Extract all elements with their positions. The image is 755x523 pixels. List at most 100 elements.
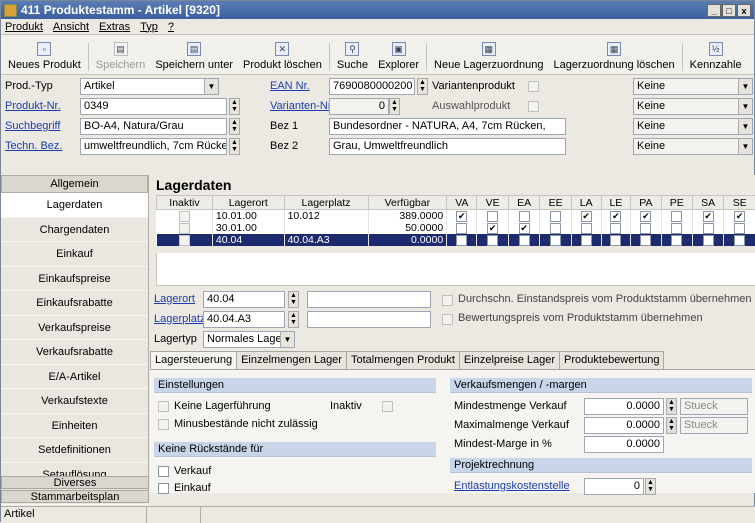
unchecked-checkbox[interactable]: [550, 223, 561, 234]
checked-checkbox[interactable]: ✔: [734, 211, 745, 222]
sidebar-group-diverses[interactable]: Diverses: [1, 476, 149, 489]
toolbar-button-8[interactable]: ½Kennzahle: [685, 42, 747, 71]
checked-checkbox[interactable]: ✔: [640, 211, 651, 222]
toolbar-button-4[interactable]: ⚲Suche: [332, 42, 373, 71]
unchecked-checkbox[interactable]: [487, 211, 498, 222]
keine-select-4[interactable]: Keine▼: [633, 138, 753, 155]
bez1-field[interactable]: Bundesordner - NATURA, A4, 7cm Rücken,: [329, 118, 566, 135]
column-header[interactable]: Verfügbar: [368, 196, 447, 210]
produktnr-field[interactable]: 0349: [80, 98, 227, 115]
mindestmarge-field[interactable]: 0.0000: [584, 436, 664, 453]
toolbar-button-0[interactable]: ▫Neues Produkt: [3, 42, 86, 71]
mindestmenge-spinner[interactable]: ▲▼: [666, 398, 677, 415]
unchecked-checkbox[interactable]: [581, 235, 592, 246]
ean-link[interactable]: EAN Nr.: [270, 80, 310, 92]
toolbar-button-3[interactable]: ✕Produkt löschen: [238, 42, 327, 71]
column-header[interactable]: SA: [692, 196, 723, 210]
table-row[interactable]: 30.01.0050.0000✔✔: [157, 222, 755, 234]
maximalmenge-unit[interactable]: Stueck: [680, 417, 748, 434]
column-header[interactable]: Lagerort: [212, 196, 284, 210]
checked-checkbox[interactable]: ✔: [550, 235, 561, 246]
column-header[interactable]: SE: [724, 196, 755, 210]
varianten-field[interactable]: 0: [329, 98, 389, 115]
checked-checkbox[interactable]: ✔: [581, 211, 592, 222]
suchbegriff-spinner[interactable]: ▲▼: [229, 118, 240, 135]
checked-checkbox[interactable]: ✔: [610, 211, 621, 222]
sidebar-item-7[interactable]: E/A-Artikel: [1, 365, 148, 390]
chevron-down-icon[interactable]: ▼: [738, 139, 752, 154]
maximize-button[interactable]: □: [722, 4, 736, 17]
unchecked-checkbox[interactable]: [734, 223, 745, 234]
column-header[interactable]: VE: [477, 196, 508, 210]
minus-checkbox[interactable]: [158, 419, 169, 430]
tab-1[interactable]: Einzelmengen Lager: [236, 351, 347, 369]
sidebar-item-9[interactable]: Einheiten: [1, 414, 148, 439]
sidebar-group-stammarbeitsplan[interactable]: Stammarbeitsplan: [1, 490, 149, 503]
toolbar-button-2[interactable]: ▤Speichern unter: [150, 42, 238, 71]
close-button[interactable]: x: [737, 4, 751, 17]
inaktiv-cell-checkbox[interactable]: [179, 235, 190, 246]
column-header[interactable]: Lagerplatz: [284, 196, 368, 210]
durchschn-checkbox[interactable]: [442, 295, 453, 306]
checked-checkbox[interactable]: ✔: [703, 211, 714, 222]
mindestmenge-field[interactable]: 0.0000: [584, 398, 664, 415]
column-header[interactable]: LA: [571, 196, 601, 210]
sidebar-item-6[interactable]: Verkaufsrabatte: [1, 340, 148, 365]
entlastung-field[interactable]: 0: [584, 478, 644, 495]
ean-spinner[interactable]: ▲▼: [417, 78, 428, 95]
sidebar-group-allgemein[interactable]: Allgemein: [1, 175, 148, 193]
lagerplatz-spinner[interactable]: ▲▼: [288, 311, 299, 328]
verkauf-checkbox[interactable]: [158, 466, 169, 477]
chevron-down-icon[interactable]: ▼: [738, 119, 752, 134]
chevron-down-icon[interactable]: ▼: [738, 79, 752, 94]
unchecked-checkbox[interactable]: [581, 223, 592, 234]
lagerplatz-field[interactable]: 40.04.A3: [203, 311, 285, 328]
prodtyp-select[interactable]: Artikel▼: [80, 78, 219, 95]
unchecked-checkbox[interactable]: [734, 235, 745, 246]
lagerort-link[interactable]: Lagerort: [154, 293, 195, 305]
unchecked-checkbox[interactable]: [703, 223, 714, 234]
column-header[interactable]: VA: [447, 196, 477, 210]
column-header[interactable]: PA: [631, 196, 661, 210]
checked-checkbox[interactable]: ✔: [519, 223, 530, 234]
sidebar-item-4[interactable]: Einkaufsrabatte: [1, 291, 148, 316]
toolbar-button-1[interactable]: ▤Speichern: [91, 42, 151, 71]
entlastung-link[interactable]: Entlastungskostenstelle: [454, 480, 570, 492]
ean-field[interactable]: 7690080000200: [329, 78, 415, 95]
checked-checkbox[interactable]: ✔: [456, 211, 467, 222]
unchecked-checkbox[interactable]: [640, 223, 651, 234]
checked-checkbox[interactable]: ✔: [487, 223, 498, 234]
menu-item-3[interactable]: Typ: [140, 21, 158, 33]
menu-item-2[interactable]: Extras: [99, 21, 130, 33]
table-row[interactable]: 10.01.0010.012389.0000✔✔✔✔✔✔: [157, 210, 755, 223]
keine-select-3[interactable]: Keine▼: [633, 118, 753, 135]
column-header[interactable]: EA: [508, 196, 539, 210]
unchecked-checkbox[interactable]: [703, 235, 714, 246]
inaktiv-cell-checkbox[interactable]: [179, 223, 190, 234]
column-header[interactable]: LE: [601, 196, 631, 210]
keine-lagerfuehrung-checkbox[interactable]: [158, 401, 169, 412]
menu-item-0[interactable]: Produkt: [5, 21, 43, 33]
suchbegriff-field[interactable]: BO-A4, Natura/Grau: [80, 118, 227, 135]
checked-checkbox[interactable]: ✔: [671, 235, 682, 246]
column-header[interactable]: EE: [540, 196, 571, 210]
techn-spinner[interactable]: ▲▼: [229, 138, 240, 155]
varianten-link[interactable]: Varianten-Nr.: [270, 100, 334, 112]
unchecked-checkbox[interactable]: [610, 235, 621, 246]
produktnr-spinner[interactable]: ▲▼: [229, 98, 240, 115]
lagerort-spinner[interactable]: ▲▼: [288, 291, 299, 308]
unchecked-checkbox[interactable]: [456, 235, 467, 246]
sidebar-item-8[interactable]: Verkaufstexte: [1, 389, 148, 414]
auswahlprodukt-checkbox[interactable]: [528, 101, 539, 112]
maximalmenge-field[interactable]: 0.0000: [584, 417, 664, 434]
toolbar-button-6[interactable]: ▦Neue Lagerzuordnung: [429, 42, 548, 71]
variantenprodukt-checkbox[interactable]: [528, 81, 539, 92]
inaktiv-checkbox[interactable]: [382, 401, 393, 412]
bewertung-checkbox[interactable]: [442, 314, 453, 325]
tab-4[interactable]: Produktebewertung: [559, 351, 664, 369]
menu-item-1[interactable]: Ansicht: [53, 21, 89, 33]
techn-field[interactable]: umweltfreundlich, 7cm Rücken: [80, 138, 227, 155]
keine-select-1[interactable]: Keine▼: [633, 78, 753, 95]
unchecked-checkbox[interactable]: [671, 211, 682, 222]
unchecked-checkbox[interactable]: [610, 223, 621, 234]
